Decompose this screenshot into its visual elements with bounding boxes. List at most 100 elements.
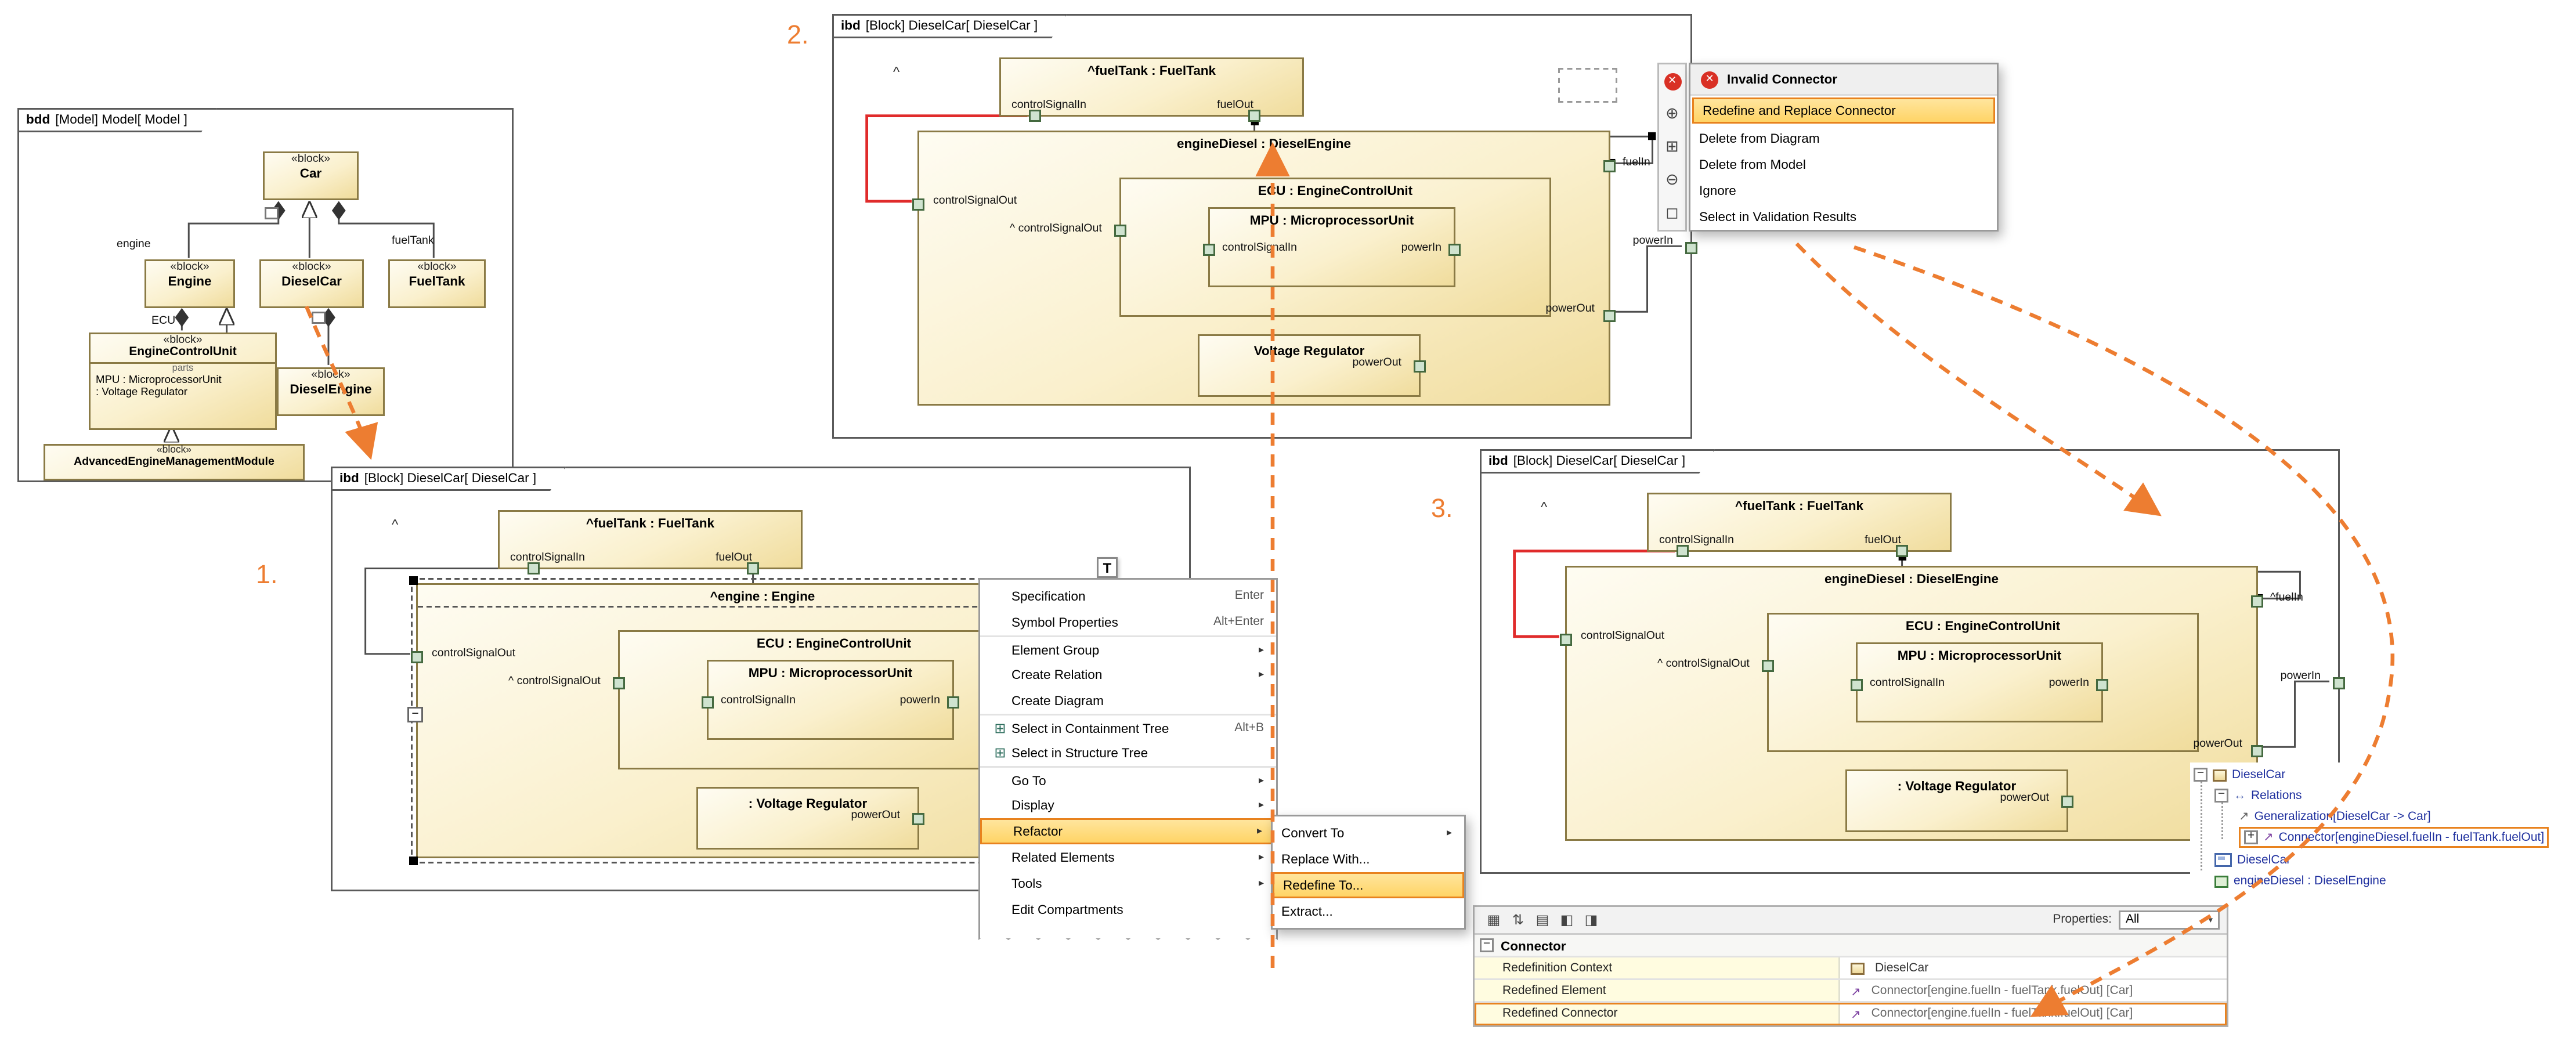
- port-mpu-controlsignalin[interactable]: [702, 696, 714, 709]
- ibd-diagram-3-tab[interactable]: ibd[Block] DieselCar[ DieselCar ]: [1480, 449, 1715, 474]
- zoom-out-icon[interactable]: ⊖: [1659, 164, 1685, 197]
- part-fueltank[interactable]: ^fuelTank : FuelTank controlSignalIn fue…: [498, 510, 803, 569]
- part-fueltank[interactable]: ^fuelTank : FuelTank controlSignalIn fue…: [999, 57, 1304, 117]
- expand-toggle-icon[interactable]: −: [2194, 768, 2208, 782]
- port-mpu-powerin[interactable]: [1448, 244, 1461, 256]
- part-voltage-regulator[interactable]: : Voltage Regulator powerOut: [696, 787, 919, 850]
- popup-item-delete-from-model[interactable]: Delete from Model: [1690, 151, 1997, 178]
- port-fuelout[interactable]: [747, 562, 759, 574]
- port-powerout-edge[interactable]: [2251, 745, 2263, 757]
- block-dieselcar[interactable]: «block» DieselCar: [259, 259, 364, 308]
- tree-item-enginediesel-part[interactable]: engineDiesel : DieselEngine: [2214, 870, 2386, 891]
- port-powerin-frame[interactable]: [2333, 677, 2345, 689]
- port-controlsignalout[interactable]: [1560, 634, 1572, 646]
- block-advanced-engine-management-module[interactable]: «block» AdvancedEngineManagementModule: [44, 444, 305, 480]
- port-controlsignalout[interactable]: [912, 198, 924, 211]
- port-controlsignalin[interactable]: [1029, 110, 1041, 122]
- zoom-region-icon[interactable]: ◻: [1659, 197, 1685, 230]
- prop-toolbar-icon-3[interactable]: ▤: [1530, 912, 1555, 928]
- port-powerin-frame[interactable]: [1685, 242, 1697, 254]
- port-fuelin[interactable]: [1603, 160, 1616, 172]
- property-row-redefined-element[interactable]: Redefined Element ↗Connector[engine.fuel…: [1475, 980, 2227, 1003]
- block-engine[interactable]: «block» Engine: [144, 259, 235, 308]
- tree-item-dieselcar-diagram[interactable]: DieselCar: [2214, 850, 2290, 870]
- part-voltage-regulator[interactable]: : Voltage Regulator powerOut: [1845, 769, 2068, 832]
- submenu-item-extract[interactable]: Extract...: [1273, 898, 1464, 924]
- selection-handle[interactable]: [409, 576, 418, 585]
- menu-item-display[interactable]: Display▸: [980, 792, 1276, 818]
- ibd-diagram-1-tab[interactable]: ibd[Block] DieselCar[ DieselCar ]: [331, 467, 566, 491]
- smart-manipulator-t-button[interactable]: T: [1097, 557, 1118, 578]
- popup-item-select-in-validation-results[interactable]: Select in Validation Results: [1690, 204, 1997, 230]
- selection-handle[interactable]: [409, 857, 418, 865]
- tree-item-relations[interactable]: − ↔ Relations: [2214, 785, 2302, 806]
- prop-toolbar-icon-2[interactable]: ⇅: [1506, 912, 1530, 928]
- validation-error-icon[interactable]: ✕: [1659, 64, 1685, 97]
- part-mpu[interactable]: MPU : MicroprocessorUnit controlSignalIn…: [1856, 642, 2103, 722]
- port-mpu-controlsignalin[interactable]: [1203, 244, 1215, 256]
- part-mpu[interactable]: MPU : MicroprocessorUnit controlSignalIn…: [707, 660, 954, 740]
- block-fueltank[interactable]: «block» FuelTank: [388, 259, 486, 308]
- tree-item-generalization[interactable]: ↗ Generalization[DieselCar -> Car]: [2239, 806, 2431, 827]
- submenu-item-replace-with[interactable]: Replace With...: [1273, 846, 1464, 872]
- tree-item-dieselcar[interactable]: − DieselCar: [2194, 764, 2285, 785]
- prop-toolbar-icon-1[interactable]: ▦: [1482, 912, 1506, 928]
- bdd-diagram-tab[interactable]: bdd[Model] Model[ Model ]: [17, 108, 217, 132]
- collapse-toggle[interactable]: −: [407, 707, 423, 722]
- expand-toggle-icon[interactable]: +: [2244, 830, 2258, 844]
- port-powerout-edge[interactable]: [1603, 310, 1616, 322]
- fit-window-icon[interactable]: ⊞: [1659, 131, 1685, 164]
- port-ecu-controlsignalout[interactable]: [613, 677, 625, 689]
- menu-item-specification[interactable]: SpecificationEnter: [980, 583, 1276, 609]
- property-row-redefinition-context[interactable]: Redefinition Context DieselCar: [1475, 957, 2227, 980]
- menu-item-refactor[interactable]: Refactor▸: [980, 818, 1276, 844]
- menu-item-create-diagram[interactable]: Create Diagram: [980, 688, 1276, 714]
- port-controlsignalin[interactable]: [1677, 545, 1689, 557]
- port-mpu-powerin[interactable]: [947, 696, 959, 709]
- port-vr-powerout[interactable]: [1414, 360, 1426, 373]
- popup-item-delete-from-diagram[interactable]: Delete from Diagram: [1690, 125, 1997, 151]
- port-vr-powerout[interactable]: [912, 813, 924, 825]
- prop-toolbar-icon-5[interactable]: ◨: [1579, 912, 1603, 928]
- menu-item-edit-compartments[interactable]: Edit Compartments: [980, 897, 1276, 923]
- part-ecu[interactable]: ECU : EngineControlUnit MPU : Microproce…: [1119, 178, 1551, 317]
- part-mpu[interactable]: MPU : MicroprocessorUnit controlSignalIn…: [1208, 207, 1455, 287]
- port-mpu-controlsignalin[interactable]: [1851, 679, 1863, 691]
- ibd-diagram-2-tab[interactable]: ibd[Block] DieselCar[ DieselCar ]: [832, 14, 1067, 38]
- part-voltage-regulator[interactable]: Voltage Regulator powerOut: [1198, 334, 1421, 397]
- expand-toggle-icon[interactable]: −: [2214, 789, 2228, 803]
- port-fuelin[interactable]: [2251, 595, 2263, 608]
- port-vr-powerout[interactable]: [2061, 796, 2073, 808]
- block-car[interactable]: «block» Car: [263, 151, 359, 200]
- port-mpu-powerin[interactable]: [2096, 679, 2108, 691]
- submenu-item-redefine-to[interactable]: Redefine To...: [1273, 872, 1464, 898]
- tree-item-connector[interactable]: + ↗ Connector[engineDiesel.fuelIn - fuel…: [2239, 827, 2549, 848]
- properties-filter-select[interactable]: All ▾: [2119, 910, 2220, 930]
- menu-item-select-in-structure-tree[interactable]: ⊞Select in Structure Tree: [980, 740, 1276, 766]
- port-fuelout[interactable]: [1248, 110, 1260, 122]
- zoom-in-icon[interactable]: ⊕: [1659, 97, 1685, 131]
- port-ecu-controlsignalout[interactable]: [1114, 225, 1126, 237]
- popup-item-redefine-and-replace[interactable]: Redefine and Replace Connector: [1692, 97, 1995, 124]
- menu-item-create-relation[interactable]: Create Relation▸: [980, 662, 1276, 688]
- menu-item-symbol-properties[interactable]: Symbol PropertiesAlt+Enter: [980, 609, 1276, 635]
- menu-item-select-in-containment-tree[interactable]: ⊞Select in Containment TreeAlt+B: [980, 714, 1276, 740]
- menu-item-element-group[interactable]: Element Group▸: [980, 635, 1276, 662]
- submenu-item-convert-to[interactable]: Convert To▸: [1273, 820, 1464, 846]
- part-fueltank[interactable]: ^fuelTank : FuelTank controlSignalIn fue…: [1647, 493, 1952, 552]
- port-fuelout[interactable]: [1896, 545, 1908, 557]
- menu-item-go-to[interactable]: Go To▸: [980, 766, 1276, 792]
- popup-item-ignore[interactable]: Ignore: [1690, 178, 1997, 204]
- group-collapse-icon[interactable]: −: [1480, 938, 1494, 952]
- block-dieselengine[interactable]: «block» DieselEngine: [277, 367, 385, 416]
- part-enginediesel[interactable]: engineDiesel : DieselEngine controlSigna…: [1565, 566, 2258, 841]
- block-enginecontrolunit[interactable]: «block» EngineControlUnit parts MPU : Mi…: [89, 333, 277, 430]
- property-row-redefined-connector[interactable]: Redefined Connector ↗Connector[engine.fu…: [1475, 1003, 2227, 1025]
- part-ecu[interactable]: ECU : EngineControlUnit MPU : Microproce…: [1767, 613, 2199, 752]
- port-controlsignalin[interactable]: [528, 562, 540, 574]
- properties-group-header[interactable]: − Connector: [1475, 935, 2227, 957]
- prop-toolbar-icon-4[interactable]: ◧: [1555, 912, 1579, 928]
- menu-item-related-elements[interactable]: Related Elements▸: [980, 844, 1276, 870]
- port-ecu-controlsignalout[interactable]: [1762, 660, 1774, 672]
- port-controlsignalout[interactable]: [411, 651, 423, 663]
